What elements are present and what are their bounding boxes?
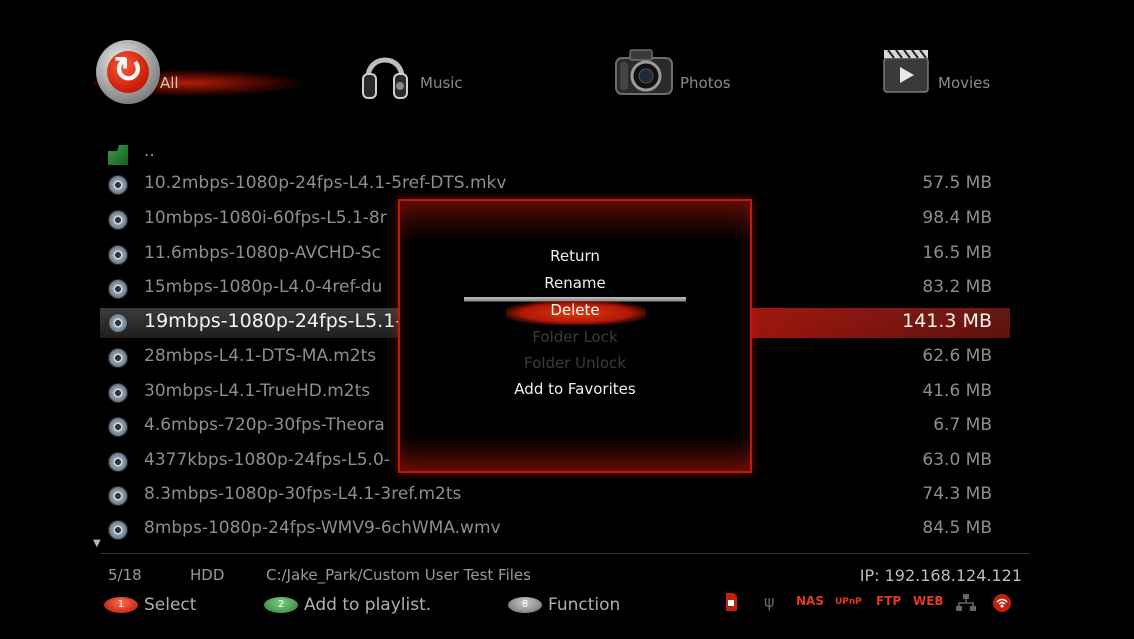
ip-address: IP: 192.168.124.121 bbox=[859, 566, 1022, 585]
upnp-badge: UPnP bbox=[835, 597, 862, 607]
file-size: 141.3 MB bbox=[902, 310, 992, 332]
list-item-parent-folder[interactable]: .. bbox=[100, 138, 1010, 168]
film-reel-icon bbox=[108, 452, 128, 472]
film-reel-icon bbox=[108, 383, 128, 403]
film-reel-icon bbox=[108, 313, 128, 333]
category-tabs: All Music Photos Movies bbox=[0, 0, 1134, 130]
nas-badge: NAS bbox=[796, 594, 824, 608]
tab-label: Photos bbox=[680, 74, 731, 92]
film-reel-icon bbox=[108, 348, 128, 368]
film-play-icon bbox=[883, 49, 929, 93]
menu-item-folder-lock: Folder Lock bbox=[532, 328, 618, 346]
red-key-1-icon: 1 bbox=[104, 597, 138, 613]
file-name: .. bbox=[144, 141, 155, 161]
sync-icon bbox=[96, 40, 160, 104]
context-menu: Return Rename Delete Folder Lock Folder … bbox=[398, 199, 752, 473]
film-reel-icon bbox=[108, 175, 128, 195]
up-folder-icon bbox=[108, 145, 128, 165]
film-reel-icon bbox=[108, 520, 128, 540]
menu-item-add-to-favorites[interactable]: Add to Favorites bbox=[400, 380, 750, 398]
tab-label: Movies bbox=[938, 74, 991, 92]
menu-item-rename[interactable]: Rename bbox=[400, 274, 750, 292]
sd-card-icon bbox=[726, 593, 737, 611]
film-reel-icon bbox=[108, 245, 128, 265]
menu-top-glow bbox=[400, 201, 750, 241]
service-status-icons: ψ NAS UPnP FTP WEB bbox=[724, 592, 1034, 616]
tab-all[interactable]: All bbox=[88, 40, 318, 120]
file-size: 41.6 MB bbox=[922, 381, 992, 401]
storage-device: HDD bbox=[190, 566, 225, 584]
network-icon bbox=[956, 594, 976, 611]
film-reel-icon bbox=[108, 486, 128, 506]
web-badge: WEB bbox=[913, 594, 944, 608]
film-reel-icon bbox=[108, 210, 128, 230]
file-name: 8.3mbps-1080p-30fps-L4.1-3ref.m2ts bbox=[144, 484, 462, 504]
file-name: 11.6mbps-1080p-AVCHD-Sc bbox=[144, 243, 381, 263]
green-key-2-icon: 2 bbox=[264, 597, 298, 613]
file-name: 10.2mbps-1080p-24fps-L4.1-5ref-DTS.mkv bbox=[144, 173, 507, 193]
tab-label: Music bbox=[420, 74, 463, 92]
file-name: 10mbps-1080i-60fps-L5.1-8r bbox=[144, 208, 387, 228]
tab-music[interactable]: Music bbox=[360, 40, 500, 120]
file-size: 6.7 MB bbox=[933, 415, 992, 435]
current-path: C:/Jake_Park/Custom User Test Files bbox=[266, 566, 531, 584]
grey-key-8-icon: 8 bbox=[508, 597, 542, 613]
tab-label: All bbox=[160, 74, 179, 92]
headphones-icon bbox=[362, 57, 408, 99]
file-size: 57.5 MB bbox=[922, 173, 992, 193]
usb-icon: ψ bbox=[764, 592, 775, 611]
file-size: 63.0 MB bbox=[922, 450, 992, 470]
menu-bottom-glow bbox=[400, 437, 750, 471]
list-item[interactable]: 10.2mbps-1080p-24fps-L4.1-5ref-DTS.mkv 5… bbox=[100, 170, 1010, 200]
wifi-icon bbox=[993, 594, 1011, 612]
file-name: 19mbps-1080p-24fps-L5.1- bbox=[144, 310, 403, 332]
file-name: 4.6mbps-720p-30fps-Theora bbox=[144, 415, 385, 435]
scroll-down-icon[interactable]: ▼ bbox=[93, 538, 101, 549]
hint-function: Function bbox=[548, 595, 621, 615]
file-size: 98.4 MB bbox=[922, 208, 992, 228]
menu-item-delete[interactable]: Delete bbox=[400, 301, 750, 319]
footer-divider bbox=[100, 553, 1030, 554]
camera-icon bbox=[615, 49, 673, 95]
file-size: 16.5 MB bbox=[922, 243, 992, 263]
file-size: 84.5 MB bbox=[922, 518, 992, 538]
film-reel-icon bbox=[108, 279, 128, 299]
file-size: 74.3 MB bbox=[922, 484, 992, 504]
film-reel-icon bbox=[108, 417, 128, 437]
hint-add-to-playlist: Add to playlist. bbox=[304, 595, 432, 615]
item-position: 5/18 bbox=[108, 566, 142, 584]
file-name: 15mbps-1080p-L4.0-4ref-du bbox=[144, 277, 383, 297]
file-name: 8mbps-1080p-24fps-WMV9-6chWMA.wmv bbox=[144, 518, 501, 538]
file-name: 30mbps-L4.1-TrueHD.m2ts bbox=[144, 381, 371, 401]
file-name: 28mbps-L4.1-DTS-MA.m2ts bbox=[144, 346, 377, 366]
menu-item-folder-unlock: Folder Unlock bbox=[524, 354, 626, 372]
tab-movies[interactable]: Movies bbox=[880, 40, 1020, 120]
list-item[interactable]: 8mbps-1080p-24fps-WMV9-6chWMA.wmv 84.5 M… bbox=[100, 515, 1010, 545]
tab-photos[interactable]: Photos bbox=[612, 40, 772, 120]
file-name: 4377kbps-1080p-24fps-L5.0- bbox=[144, 450, 390, 470]
file-size: 62.6 MB bbox=[922, 346, 992, 366]
list-item[interactable]: 8.3mbps-1080p-30fps-L4.1-3ref.m2ts 74.3 … bbox=[100, 481, 1010, 511]
file-size: 83.2 MB bbox=[922, 277, 992, 297]
hint-select: Select bbox=[144, 595, 197, 615]
ftp-badge: FTP bbox=[876, 594, 902, 608]
menu-item-return[interactable]: Return bbox=[400, 247, 750, 265]
